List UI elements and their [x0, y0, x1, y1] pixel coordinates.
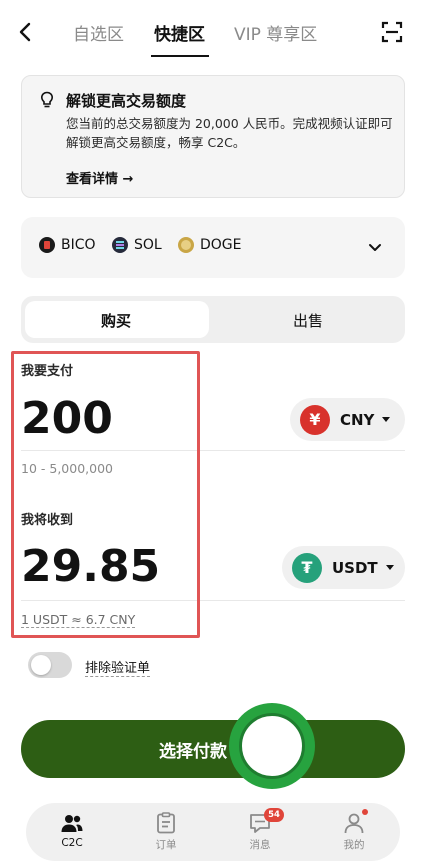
caret-down-icon	[385, 565, 394, 570]
bottom-tab-bar: C2C 订单 54 消息 我的	[26, 803, 400, 861]
buy-tab[interactable]: 购买	[101, 310, 131, 331]
messages-badge: 54	[264, 808, 284, 822]
caret-down-icon	[382, 417, 391, 422]
notice-body: 您当前的总交易额度为 20,000 人民币。完成视频认证即可解锁更高交易额度，畅…	[66, 116, 393, 150]
chevron-left-icon[interactable]	[14, 20, 38, 44]
tabbar-orders[interactable]: 订单	[136, 811, 196, 852]
divider	[21, 450, 405, 451]
top-nav: 自选区 快捷区 VIP 尊享区	[0, 0, 422, 64]
pay-currency-code: CNY	[340, 410, 375, 429]
view-details-link[interactable]: 查看详情 →	[66, 168, 133, 187]
doge-icon	[178, 237, 194, 253]
select-payment-label: 选择付款	[159, 741, 227, 762]
buy-sell-toggle: 购买 出售	[21, 296, 405, 343]
tabbar-label: 我的	[343, 839, 365, 851]
pay-amount-input[interactable]: 200	[21, 393, 113, 444]
coin-selector[interactable]: BICO SOL DOGE	[21, 217, 405, 278]
pay-label: 我要支付	[21, 364, 74, 379]
coin-chip-doge[interactable]: DOGE	[178, 237, 242, 253]
sol-icon	[112, 237, 128, 253]
person-icon	[344, 813, 364, 834]
notice-title: 解锁更高交易额度	[66, 92, 187, 110]
tabbar-label: C2C	[61, 837, 83, 849]
tab-custom-zone[interactable]: 自选区	[73, 20, 124, 45]
coin-label: BICO	[61, 237, 96, 253]
scan-icon[interactable]	[380, 20, 404, 44]
tabbar-c2c[interactable]: C2C	[42, 811, 102, 849]
divider	[21, 600, 405, 601]
coin-label: SOL	[134, 237, 162, 253]
pay-currency-select[interactable]: ¥ CNY	[290, 398, 405, 441]
tabbar-messages[interactable]: 54 消息	[230, 808, 290, 852]
select-payment-button[interactable]: 选择付款	[21, 720, 405, 778]
floating-action-button[interactable]	[229, 703, 315, 789]
limit-notice-card: 解锁更高交易额度 您当前的总交易额度为 20,000 人民币。完成视频认证即可解…	[21, 75, 405, 198]
pay-range: 10 - 5,000,000	[21, 461, 113, 476]
chevron-down-icon[interactable]	[367, 239, 383, 255]
tab-express-zone[interactable]: 快捷区	[154, 20, 205, 45]
sell-tab[interactable]: 出售	[293, 310, 323, 331]
coin-label: DOGE	[200, 237, 242, 253]
lightbulb-icon	[40, 91, 54, 108]
toggle-knob	[31, 655, 51, 675]
usdt-icon: ₮	[292, 552, 322, 583]
exclude-verified-toggle[interactable]	[28, 652, 72, 678]
tabbar-profile[interactable]: 我的	[324, 809, 384, 852]
tabbar-label: 订单	[155, 839, 177, 851]
receive-label: 我将收到	[21, 513, 74, 528]
coin-chip-bico[interactable]: BICO	[39, 237, 96, 253]
receive-currency-select[interactable]: ₮ USDT	[282, 546, 405, 589]
active-tab-indicator	[151, 55, 209, 57]
cny-icon: ¥	[300, 404, 330, 435]
users-icon	[61, 815, 83, 832]
bico-icon	[39, 237, 55, 253]
exchange-rate: 1 USDT ≈ 6.7 CNY	[21, 612, 136, 628]
profile-notification-dot	[362, 809, 368, 815]
tabbar-label: 消息	[249, 839, 271, 851]
receive-amount[interactable]: 29.85	[21, 541, 160, 592]
floating-action-inner	[239, 713, 305, 779]
tab-vip-zone[interactable]: VIP 尊享区	[234, 20, 317, 45]
clipboard-icon	[157, 812, 175, 834]
exclude-verified-label: 排除验证单	[85, 657, 151, 677]
receive-currency-code: USDT	[332, 558, 378, 577]
coin-chip-sol[interactable]: SOL	[112, 237, 162, 253]
